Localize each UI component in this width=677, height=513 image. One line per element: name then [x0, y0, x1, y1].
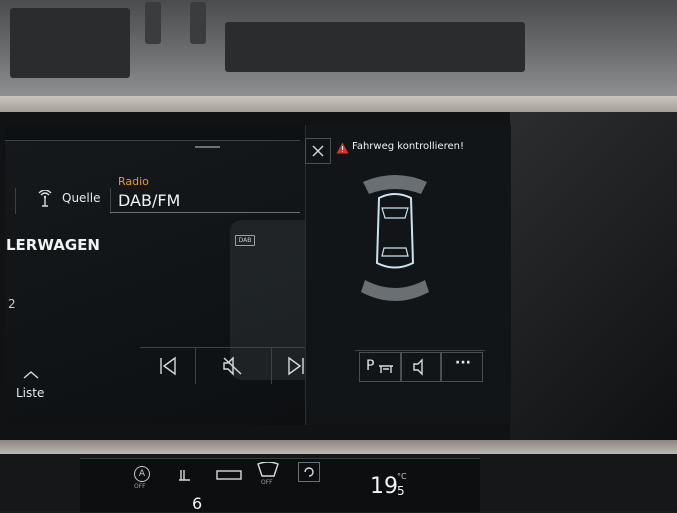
tab-separator-right — [110, 188, 111, 214]
top-divider — [5, 140, 300, 141]
sensor-front-segment — [363, 175, 427, 194]
antenna-icon — [38, 190, 52, 207]
dab-badge: DAB — [235, 235, 255, 246]
parking-sensor-graphic — [361, 175, 429, 301]
band-underline — [110, 212, 300, 213]
temperature-unit: °C — [397, 472, 407, 481]
source-button[interactable]: Quelle — [30, 186, 110, 212]
windshield-button[interactable]: OFF — [255, 462, 281, 492]
chevron-up-icon — [23, 371, 39, 379]
more-label: ··· — [455, 355, 471, 371]
defrost-button[interactable] — [178, 466, 202, 490]
temperature-whole: 19 — [370, 474, 398, 499]
car-sensor-icon — [379, 365, 393, 373]
recirculation-button[interactable] — [298, 462, 320, 482]
speaker-icon — [413, 358, 423, 376]
temperature-display[interactable]: 19 5 °C — [370, 472, 420, 504]
radio-label: Radio — [118, 175, 149, 188]
park-sound-button[interactable] — [401, 352, 441, 382]
park-assist-label: P — [366, 358, 375, 374]
air-vent-left — [10, 8, 130, 78]
vent-slider-1 — [145, 2, 161, 44]
windshield-off-label: OFF — [261, 479, 273, 486]
sensor-rear-segment — [361, 280, 429, 301]
seat-heat-icon — [179, 470, 190, 481]
close-icon — [312, 145, 324, 157]
auto-off-label: OFF — [134, 483, 146, 490]
station-number: 2 — [8, 297, 16, 311]
park-controls-divider — [355, 350, 485, 351]
tab-separator-left — [15, 188, 16, 214]
source-label: Quelle — [62, 191, 101, 205]
chrome-trim-bottom — [0, 440, 677, 454]
right-trim — [510, 112, 677, 452]
recirculation-icon — [304, 467, 314, 477]
windshield-icon — [257, 462, 279, 477]
auto-label: A — [134, 466, 150, 482]
close-button[interactable] — [305, 138, 331, 164]
mute-button[interactable] — [196, 348, 272, 384]
station-name: LERWAGEN — [6, 236, 100, 254]
skip-next-icon — [288, 356, 304, 376]
previous-button[interactable] — [140, 348, 196, 384]
rear-window-button[interactable] — [216, 468, 242, 488]
car-windshield — [381, 207, 409, 219]
speaker-mute-icon — [223, 356, 242, 376]
car-rear-window — [381, 247, 409, 257]
warning-triangle-icon — [336, 142, 349, 154]
temperature-decimal: 5 — [397, 484, 405, 498]
skip-previous-icon — [160, 356, 176, 376]
vent-slider-2 — [190, 2, 206, 44]
air-vent-center — [225, 22, 525, 72]
list-button[interactable]: Liste — [10, 368, 55, 408]
band-label[interactable]: DAB/FM — [118, 191, 180, 210]
drag-handle[interactable] — [195, 146, 220, 148]
list-label: Liste — [16, 386, 45, 400]
warning-text: Fahrweg kontrollieren! — [352, 141, 464, 152]
rear-defrost-icon — [216, 470, 242, 480]
park-assist-button[interactable]: P — [359, 352, 401, 382]
auto-climate-button[interactable]: A OFF — [132, 466, 154, 494]
fan-level[interactable]: 6 — [192, 494, 202, 513]
more-options-button[interactable]: ··· — [441, 352, 483, 382]
